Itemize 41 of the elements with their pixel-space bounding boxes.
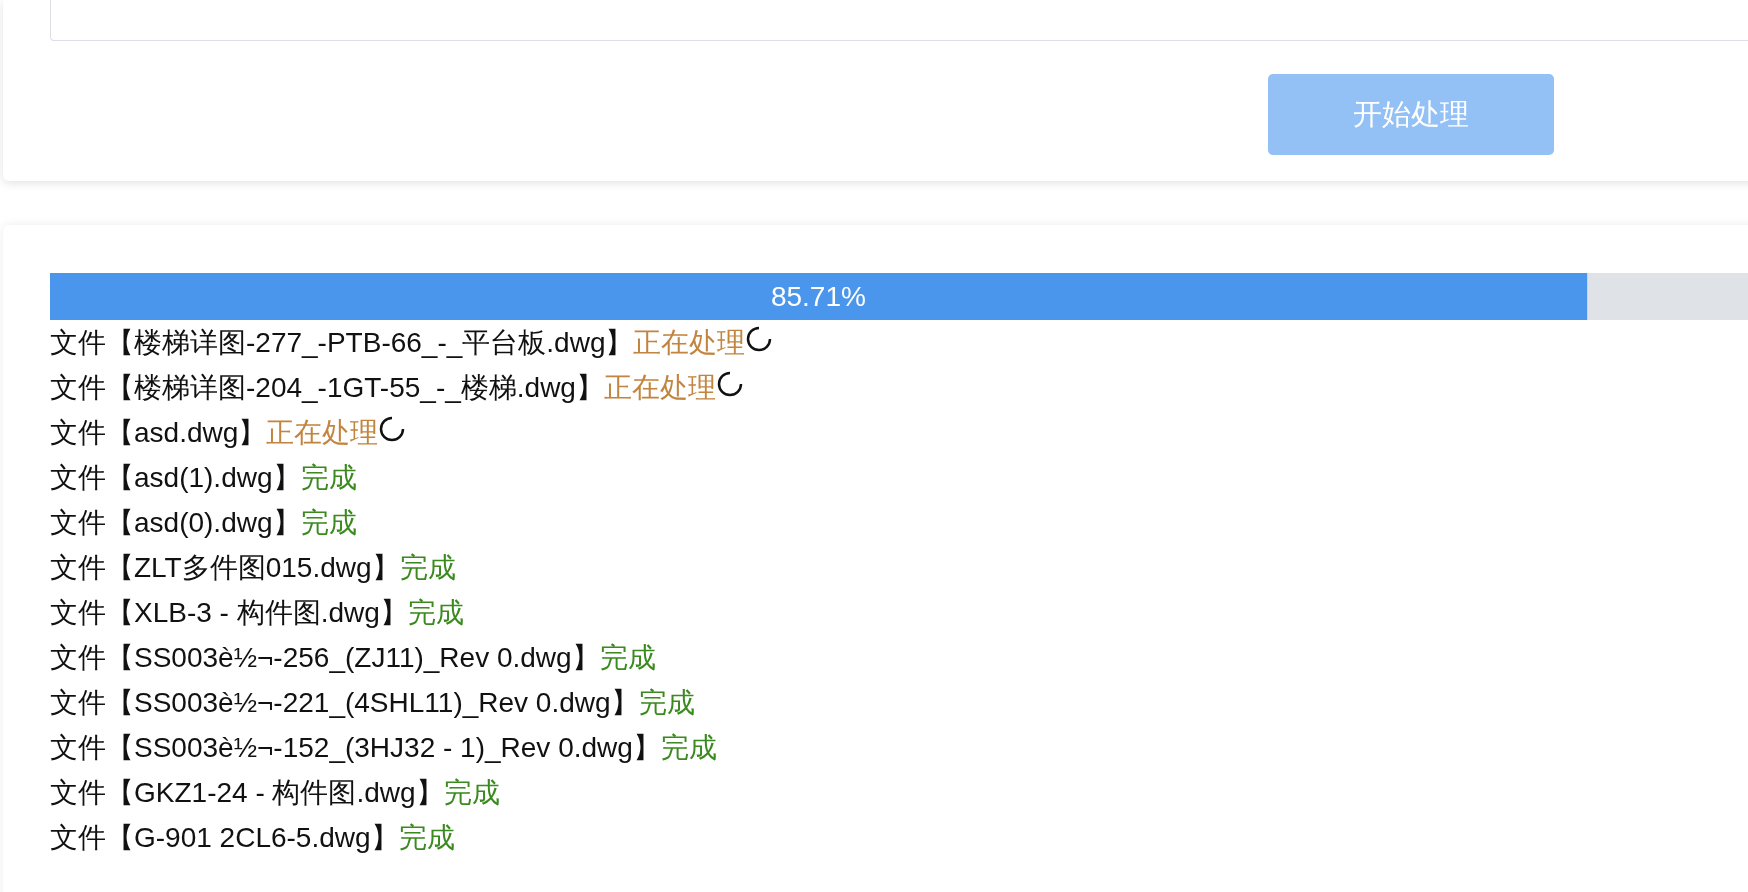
file-status: 完成 <box>300 505 357 540</box>
file-name: 【asd(1).dwg】 <box>106 460 301 495</box>
file-label: 文件 <box>50 550 106 585</box>
file-label: 文件 <box>50 640 106 675</box>
file-status: 完成 <box>638 685 695 720</box>
file-label: 文件 <box>50 595 106 630</box>
file-label: 文件 <box>50 730 106 765</box>
input-field[interactable] <box>50 0 1748 41</box>
file-label: 文件 <box>50 415 106 450</box>
file-status: 完成 <box>443 775 500 810</box>
file-label: 文件 <box>50 820 106 855</box>
file-name: 【楼梯详图-204_-1GT-55_-_楼梯.dwg】 <box>106 370 604 405</box>
file-name: 【SS003è½¬-256_(ZJ11)_Rev 0.dwg】 <box>106 640 600 675</box>
file-status: 完成 <box>398 820 455 855</box>
file-name: 【XLB-3 - 构件图.dwg】 <box>106 595 408 630</box>
file-status: 完成 <box>407 595 464 630</box>
progress-reading: 85.71% <box>770 280 866 313</box>
file-status: 完成 <box>660 730 717 765</box>
file-label: 文件 <box>50 775 106 810</box>
file-status: 完成 <box>300 460 357 495</box>
file-label: 文件 <box>50 460 106 495</box>
file-name: 【asd(0).dwg】 <box>106 505 301 540</box>
file-status: 正在处理 <box>266 415 379 450</box>
file-name: 【G-901 2CL6-5.dwg】 <box>106 820 399 855</box>
file-name: 【SS003è½¬-221_(4SHL11)_Rev 0.dwg】 <box>106 685 639 720</box>
file-label: 文件 <box>50 325 106 360</box>
spinner-icon <box>378 414 407 443</box>
file-name: 【SS003è½¬-152_(3HJ32 - 1)_Rev 0.dwg】 <box>106 730 661 765</box>
file-name: 【ZLT多件图015.dwg】 <box>106 550 400 585</box>
file-label: 文件 <box>50 370 106 405</box>
file-status: 正在处理 <box>633 325 746 360</box>
file-name: 【asd.dwg】 <box>106 415 267 450</box>
file-status: 正在处理 <box>603 370 716 405</box>
file-label: 文件 <box>50 505 106 540</box>
file-name: 【GKZ1-24 - 构件图.dwg】 <box>106 775 444 810</box>
file-name: 【楼梯详图-277_-PTB-66_-_平台板.dwg】 <box>106 325 634 360</box>
file-status: 完成 <box>599 640 656 675</box>
file-label: 文件 <box>50 685 106 720</box>
file-status: 完成 <box>399 550 456 585</box>
spinner-icon <box>715 369 744 398</box>
spinner-icon <box>745 324 774 353</box>
